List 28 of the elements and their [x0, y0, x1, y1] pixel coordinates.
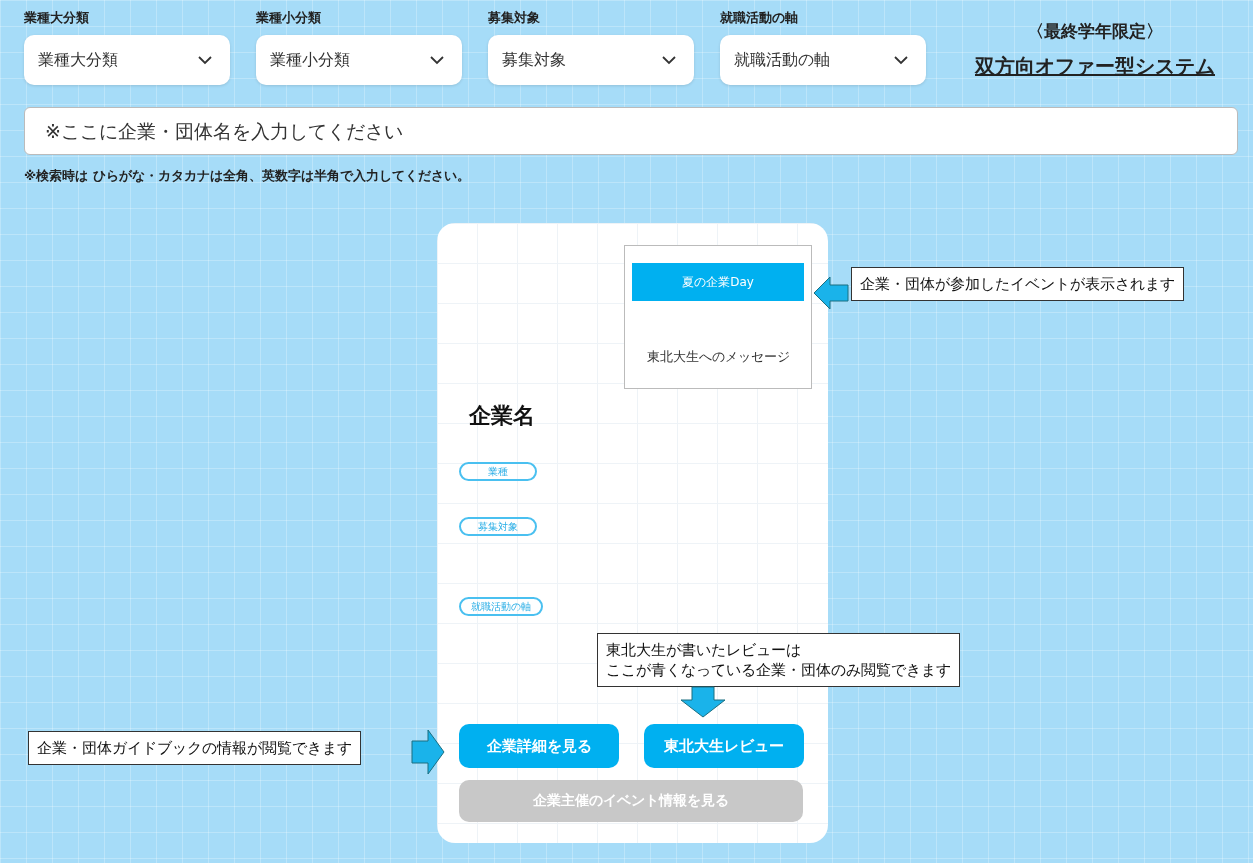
event-tag: 夏の企業Day — [632, 263, 804, 301]
callout-note: 企業・団体が参加したイベントが表示されます — [851, 267, 1184, 301]
chevron-down-icon — [894, 55, 908, 65]
dropdown-select[interactable]: 就職活動の軸 — [720, 35, 926, 85]
dropdown-select[interactable]: 業種大分類 — [24, 35, 230, 85]
search-note: ※検索時は ひらがな・カタカナは全角、英数字は半角で入力してください。 — [24, 168, 471, 185]
filter-label: 募集対象 — [488, 9, 541, 27]
arrow-icon — [411, 729, 445, 775]
arrow-icon — [680, 686, 726, 718]
search-field[interactable]: ※ここに企業・団体名を入力してください — [24, 107, 1238, 155]
arrow-icon — [813, 276, 849, 310]
dropdown-select[interactable]: 業種小分類 — [256, 35, 462, 85]
tag-label: 募集対象 — [459, 517, 537, 536]
message-text: 東北大生へのメッセージ — [645, 349, 791, 366]
tag-label: 就職活動の軸 — [459, 597, 543, 616]
company-name: 企業名 — [469, 402, 536, 430]
system-title-link[interactable]: 双方向オファー型システム — [975, 53, 1215, 80]
notice-text: 〈最終学年限定〉 — [1027, 20, 1163, 43]
callout-note: 企業・団体ガイドブックの情報が閲覧できます — [28, 731, 361, 765]
tag-label: 業種 — [459, 462, 537, 481]
chevron-down-icon — [662, 55, 676, 65]
dropdown-select[interactable]: 募集対象 — [488, 35, 694, 85]
filter-label: 業種大分類 — [24, 9, 90, 27]
callout-note: 東北大生が書いたレビューは ここが青くなっている企業・団体のみ閲覧できます — [597, 633, 960, 687]
filter-label: 就職活動の軸 — [720, 9, 799, 27]
chevron-down-icon — [198, 55, 212, 65]
chevron-down-icon — [430, 55, 444, 65]
filter-label: 業種小分類 — [256, 9, 322, 27]
